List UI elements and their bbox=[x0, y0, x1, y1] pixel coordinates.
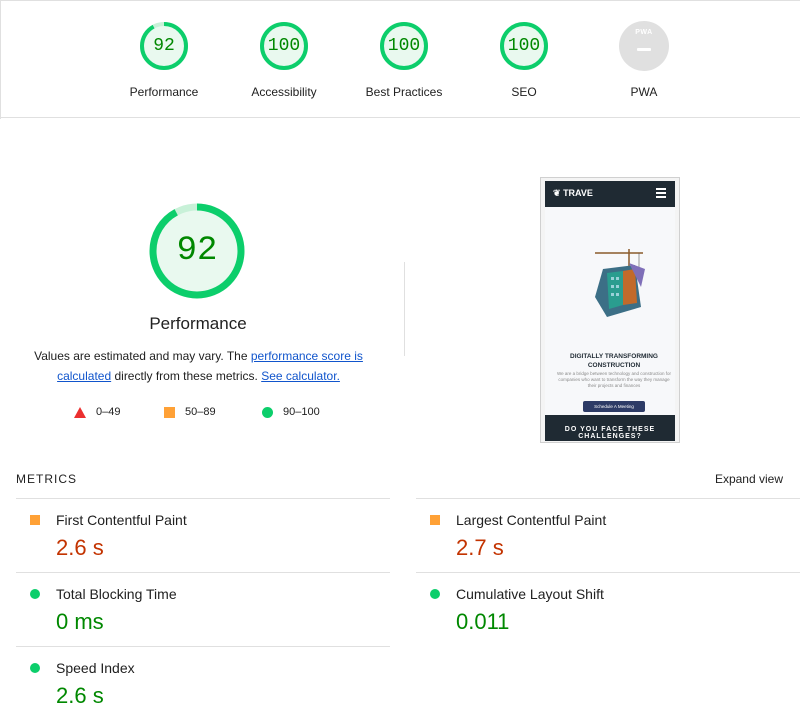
category-summary-strip: 92 Performance 100 Accessibility 100 Bes… bbox=[0, 0, 800, 119]
average-square-icon bbox=[30, 515, 40, 525]
triangle-icon bbox=[74, 406, 86, 418]
expand-view-toggle[interactable]: Expand view bbox=[715, 472, 783, 486]
category-label: PWA bbox=[630, 85, 658, 99]
gauge-seo[interactable]: 100 SEO bbox=[464, 21, 584, 99]
legend-range: 0–49 bbox=[96, 406, 121, 418]
score-ring: 92 bbox=[139, 21, 189, 71]
category-label: Best Practices bbox=[365, 85, 443, 99]
pass-circle-icon bbox=[430, 589, 440, 599]
metric-value: 2.7 s bbox=[456, 535, 504, 560]
gauge-accessibility[interactable]: 100 Accessibility bbox=[224, 21, 344, 99]
metric-value: 2.6 s bbox=[56, 535, 104, 560]
metric-value: 0.011 bbox=[456, 609, 510, 634]
final-screenshot[interactable]: ❦ TRAVE DIGITALLY TRANSFORMING CONSTRUCT… bbox=[540, 177, 680, 443]
score-value: 100 bbox=[267, 36, 301, 56]
performance-gauge: 92 bbox=[148, 202, 246, 300]
metric-speed-index: Speed Index 2.6 s bbox=[16, 646, 390, 717]
description-text-middle: directly from these metrics. bbox=[111, 369, 262, 383]
metric-title: Total Blocking Time bbox=[56, 586, 177, 602]
performance-title: Performance bbox=[149, 314, 247, 333]
metric-total-blocking-time: Total Blocking Time 0 ms bbox=[16, 572, 390, 645]
category-label: Performance bbox=[129, 85, 199, 99]
see-calculator-link[interactable]: See calculator. bbox=[261, 369, 340, 383]
pwa-badge-icon: PWA bbox=[619, 21, 669, 71]
construction-illustration bbox=[595, 249, 645, 317]
logo-mark-icon: ❦ bbox=[553, 188, 561, 198]
gauge-best-practices[interactable]: 100 Best Practices bbox=[344, 21, 464, 99]
schedule-meeting-button: Schedule A Meeting bbox=[583, 401, 645, 412]
score-value: 100 bbox=[387, 36, 421, 56]
circle-icon bbox=[262, 406, 273, 418]
site-headline: DIGITALLY TRANSFORMING CONSTRUCTION bbox=[570, 353, 658, 369]
divider bbox=[404, 262, 405, 356]
metric-value: 0 ms bbox=[56, 609, 104, 634]
metrics-heading: METRICS bbox=[16, 472, 77, 486]
score-ring: 100 bbox=[379, 21, 429, 71]
score-value: 92 bbox=[153, 36, 175, 56]
legend-range: 90–100 bbox=[283, 406, 320, 418]
legend-range: 50–89 bbox=[185, 406, 216, 418]
metric-title: Speed Index bbox=[56, 660, 135, 676]
site-logo: ❦ TRAVE bbox=[553, 188, 593, 199]
average-square-icon bbox=[430, 515, 440, 525]
metric-first-contentful-paint: First Contentful Paint 2.6 s bbox=[16, 498, 390, 571]
gauge-performance[interactable]: 92 Performance bbox=[104, 21, 224, 99]
metric-title: First Contentful Paint bbox=[56, 512, 187, 528]
legend-average: 50–89 bbox=[164, 404, 216, 420]
pass-circle-icon bbox=[30, 663, 40, 673]
score-ring: 100 bbox=[499, 21, 549, 71]
pwa-score-dash bbox=[637, 48, 651, 51]
score-ring: 100 bbox=[259, 21, 309, 71]
site-section-title: DO YOU FACE THESE CHALLENGES? bbox=[564, 426, 656, 440]
hamburger-menu-icon bbox=[656, 188, 666, 200]
legend-fail: 0–49 bbox=[74, 404, 120, 420]
site-subtext: We are a bridge between technology and c… bbox=[557, 371, 671, 388]
performance-description: Values are estimated and may vary. The p… bbox=[26, 346, 371, 386]
legend-pass: 90–100 bbox=[262, 404, 320, 420]
pwa-badge-text: PWA bbox=[635, 29, 653, 36]
site-header: ❦ TRAVE bbox=[545, 181, 675, 207]
metric-value: 2.6 s bbox=[56, 683, 104, 708]
site-hero: DIGITALLY TRANSFORMING CONSTRUCTION We a… bbox=[545, 207, 675, 415]
square-icon bbox=[164, 406, 175, 418]
description-text: Values are estimated and may vary. The bbox=[34, 349, 251, 363]
performance-score: 92 bbox=[176, 232, 218, 270]
metric-title: Largest Contentful Paint bbox=[456, 512, 607, 528]
metric-title: Cumulative Layout Shift bbox=[456, 586, 604, 602]
category-label: SEO bbox=[511, 85, 537, 99]
category-label: Accessibility bbox=[251, 85, 317, 99]
site-brand: TRAVE bbox=[563, 188, 593, 198]
score-value: 100 bbox=[507, 36, 541, 56]
site-section-banner: DO YOU FACE THESE CHALLENGES? bbox=[545, 415, 675, 441]
metric-largest-contentful-paint: Largest Contentful Paint 2.7 s bbox=[416, 498, 800, 571]
gauge-pwa[interactable]: PWA PWA bbox=[584, 21, 704, 99]
pass-circle-icon bbox=[30, 589, 40, 599]
metric-cumulative-layout-shift: Cumulative Layout Shift 0.011 bbox=[416, 572, 800, 645]
